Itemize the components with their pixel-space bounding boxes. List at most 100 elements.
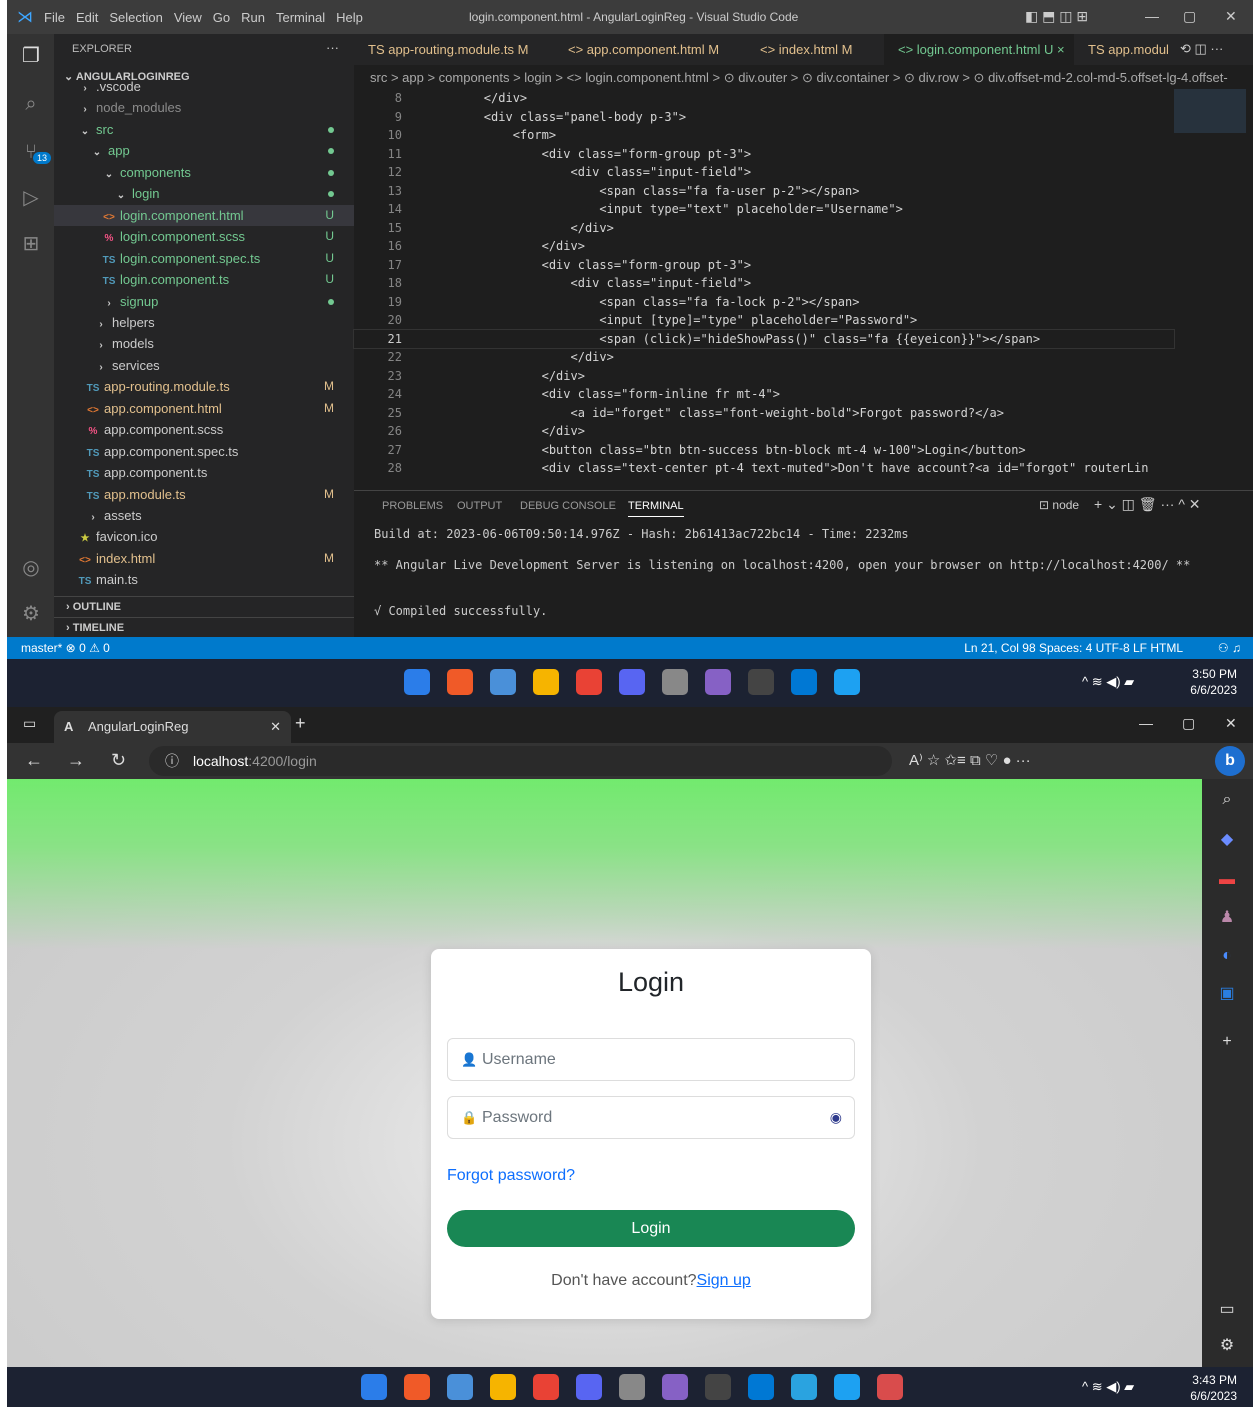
code-line[interactable]: 18 <div class="input-field"> <box>354 274 1174 292</box>
visual-studio-icon[interactable] <box>662 1374 688 1400</box>
code-line[interactable]: 20 <input [type]="type" placeholder="Pas… <box>354 311 1174 329</box>
notifications-icon[interactable]: ⚇ ♫ <box>1218 637 1241 659</box>
tree-item[interactable]: ⌄ app <box>54 140 354 161</box>
code-line[interactable]: 10 <form> <box>354 126 1174 144</box>
visual-studio-icon[interactable] <box>705 669 731 695</box>
site-info-icon[interactable]: ⓘ <box>165 746 179 776</box>
tree-item[interactable]: ⌄ login <box>54 183 354 204</box>
tree-item[interactable]: ⌄ components <box>54 162 354 183</box>
explorer-more-button[interactable]: ··· <box>326 40 339 55</box>
git-branch-status[interactable]: master* ⊗ 0 ⚠ 0 <box>21 637 110 659</box>
tree-item[interactable]: % login.component.scss U <box>54 226 354 247</box>
start-icon[interactable] <box>404 669 430 695</box>
toolbar-icons[interactable]: A⁾ ☆ ✩≡ ⧉ ♡ ● ··· <box>909 751 1031 769</box>
password-input[interactable]: 🔒 Password ◉ <box>447 1096 855 1139</box>
extensions-icon[interactable]: ⊞ <box>17 230 45 258</box>
add-icon[interactable]: + <box>1216 1031 1238 1053</box>
tree-item[interactable]: › signup <box>54 291 354 312</box>
tree-item[interactable]: <> login.component.html U <box>54 204 354 226</box>
code-line[interactable]: 14 <input type="text" placeholder="Usern… <box>354 200 1174 218</box>
vscode-icon[interactable] <box>748 1374 774 1400</box>
forgot-password-link[interactable]: Forgot password? <box>447 1167 575 1185</box>
restore-button[interactable]: ▢ <box>1183 8 1196 25</box>
tree-item[interactable]: % app.component.scss <box>54 419 354 440</box>
code-line[interactable]: 23 </div> <box>354 367 1174 385</box>
forward-icon[interactable]: → <box>67 750 85 771</box>
login-button[interactable]: Login <box>447 1210 855 1247</box>
terminal-icon[interactable] <box>748 669 774 695</box>
taskbar-clock[interactable]: 3:50 PM 6/6/2023 <box>1190 666 1237 698</box>
close-button[interactable]: ✕ <box>1225 8 1237 25</box>
menu-go[interactable]: Go <box>213 10 230 25</box>
terminal-selector[interactable]: ⊡ node <box>1039 498 1079 512</box>
tools-icon[interactable]: ▬ <box>1216 869 1238 891</box>
tree-item[interactable]: › .vscode <box>54 80 354 97</box>
office-icon[interactable]: ◐ <box>1216 945 1238 967</box>
search-icon[interactable]: ⌕ <box>1216 789 1238 811</box>
games-icon[interactable]: ♟ <box>1216 907 1238 929</box>
eye-slash-icon[interactable]: ◉ <box>830 1097 842 1138</box>
tree-item[interactable]: <> app.component.html M <box>54 398 354 419</box>
panel-tab-terminal[interactable]: TERMINAL <box>628 500 684 517</box>
tab-close-icon[interactable]: ✕ <box>270 711 281 743</box>
tree-item[interactable]: TS app.component.spec.ts <box>54 441 354 462</box>
tree-item[interactable]: TS login.component.spec.ts U <box>54 248 354 269</box>
minimap[interactable] <box>1174 89 1246 133</box>
chrome-icon[interactable] <box>533 1374 559 1400</box>
code-line[interactable]: 27 <button class="btn btn-success btn-bl… <box>354 441 1174 459</box>
editor-tab[interactable]: <> index.html M <box>746 34 884 65</box>
code-line[interactable]: 9 <div class="panel-body p-3"> <box>354 108 1174 126</box>
tree-item[interactable]: ★ favicon.ico <box>54 526 354 547</box>
editor-actions-icon[interactable]: ⟲ ◫ ··· <box>1180 41 1223 57</box>
code-line[interactable]: 11 <div class="form-group pt-3"> <box>354 145 1174 163</box>
tree-item[interactable]: › node_modules <box>54 97 354 118</box>
code-line[interactable]: 17 <div class="form-group pt-3"> <box>354 256 1174 274</box>
username-input[interactable]: 👤 Username <box>447 1038 855 1081</box>
code-line[interactable]: 21 <span (click)="hideShowPass()" class=… <box>353 328 1175 349</box>
tree-item[interactable]: › assets <box>54 505 354 526</box>
code-line[interactable]: 19 <span class="fa fa-lock p-2"></span> <box>354 293 1174 311</box>
explorer-icon[interactable]: ❐ <box>17 42 45 70</box>
close-button[interactable]: ✕ <box>1225 715 1237 732</box>
code-line[interactable]: 12 <div class="input-field"> <box>354 163 1174 181</box>
tree-item[interactable]: TS app-routing.module.ts M <box>54 376 354 397</box>
discord-icon[interactable] <box>619 669 645 695</box>
sidebar-toggle-icon[interactable]: ▭ <box>1216 1299 1238 1321</box>
timeline-section[interactable]: › TIMELINE <box>54 617 354 637</box>
run-debug-icon[interactable]: ▷ <box>17 184 45 212</box>
discord-icon[interactable] <box>576 1374 602 1400</box>
panel-tab-output[interactable]: OUTPUT <box>457 500 502 512</box>
tab-actions-icon[interactable]: ▭ <box>23 715 36 732</box>
tree-item[interactable]: <> index.html M <box>54 548 354 569</box>
file-explorer-icon[interactable] <box>533 669 559 695</box>
panel-tab-debug-console[interactable]: DEBUG CONSOLE <box>520 500 616 512</box>
editor-tab[interactable]: TS app.modul <box>1074 34 1169 65</box>
edge-icon[interactable] <box>834 669 860 695</box>
code-line[interactable]: 26 </div> <box>354 422 1174 440</box>
address-bar[interactable]: ⓘ localhost:4200/login <box>149 746 892 776</box>
telegram-icon[interactable] <box>791 1374 817 1400</box>
vscode-icon[interactable] <box>791 669 817 695</box>
outlook-icon[interactable]: ▣ <box>1216 983 1238 1005</box>
code-line[interactable]: 8 </div> <box>354 89 1174 107</box>
tree-item[interactable]: TS main.ts <box>54 569 354 590</box>
code-line[interactable]: 15 </div> <box>354 219 1174 237</box>
menu-edit[interactable]: Edit <box>76 10 98 25</box>
search-icon[interactable]: ⌕ <box>17 90 45 118</box>
tray-icons[interactable]: ^ ≋ ◀) ▰ <box>1082 674 1134 690</box>
tree-item[interactable]: TS login.component.ts U <box>54 269 354 290</box>
code-line[interactable]: 24 <div class="form-inline fr mt-4"> <box>354 385 1174 403</box>
photos-icon[interactable] <box>490 669 516 695</box>
panel-tab-problems[interactable]: PROBLEMS <box>382 500 443 512</box>
editor-tab[interactable]: <> app.component.html M <box>554 34 746 65</box>
code-line[interactable]: 13 <span class="fa fa-user p-2"></span> <box>354 182 1174 200</box>
menu-run[interactable]: Run <box>241 10 265 25</box>
panel-actions-icon[interactable]: + ⌄ ◫ 🗑 ··· ^ ✕ <box>1094 496 1201 513</box>
paint-icon[interactable] <box>877 1374 903 1400</box>
menu-file[interactable]: File <box>44 10 65 25</box>
signup-link[interactable]: Sign up <box>697 1272 751 1289</box>
menu-selection[interactable]: Selection <box>109 10 162 25</box>
code-line[interactable]: 16 </div> <box>354 237 1174 255</box>
edge-icon[interactable] <box>834 1374 860 1400</box>
editor-status[interactable]: Ln 21, Col 98 Spaces: 4 UTF-8 LF HTML <box>964 637 1183 659</box>
